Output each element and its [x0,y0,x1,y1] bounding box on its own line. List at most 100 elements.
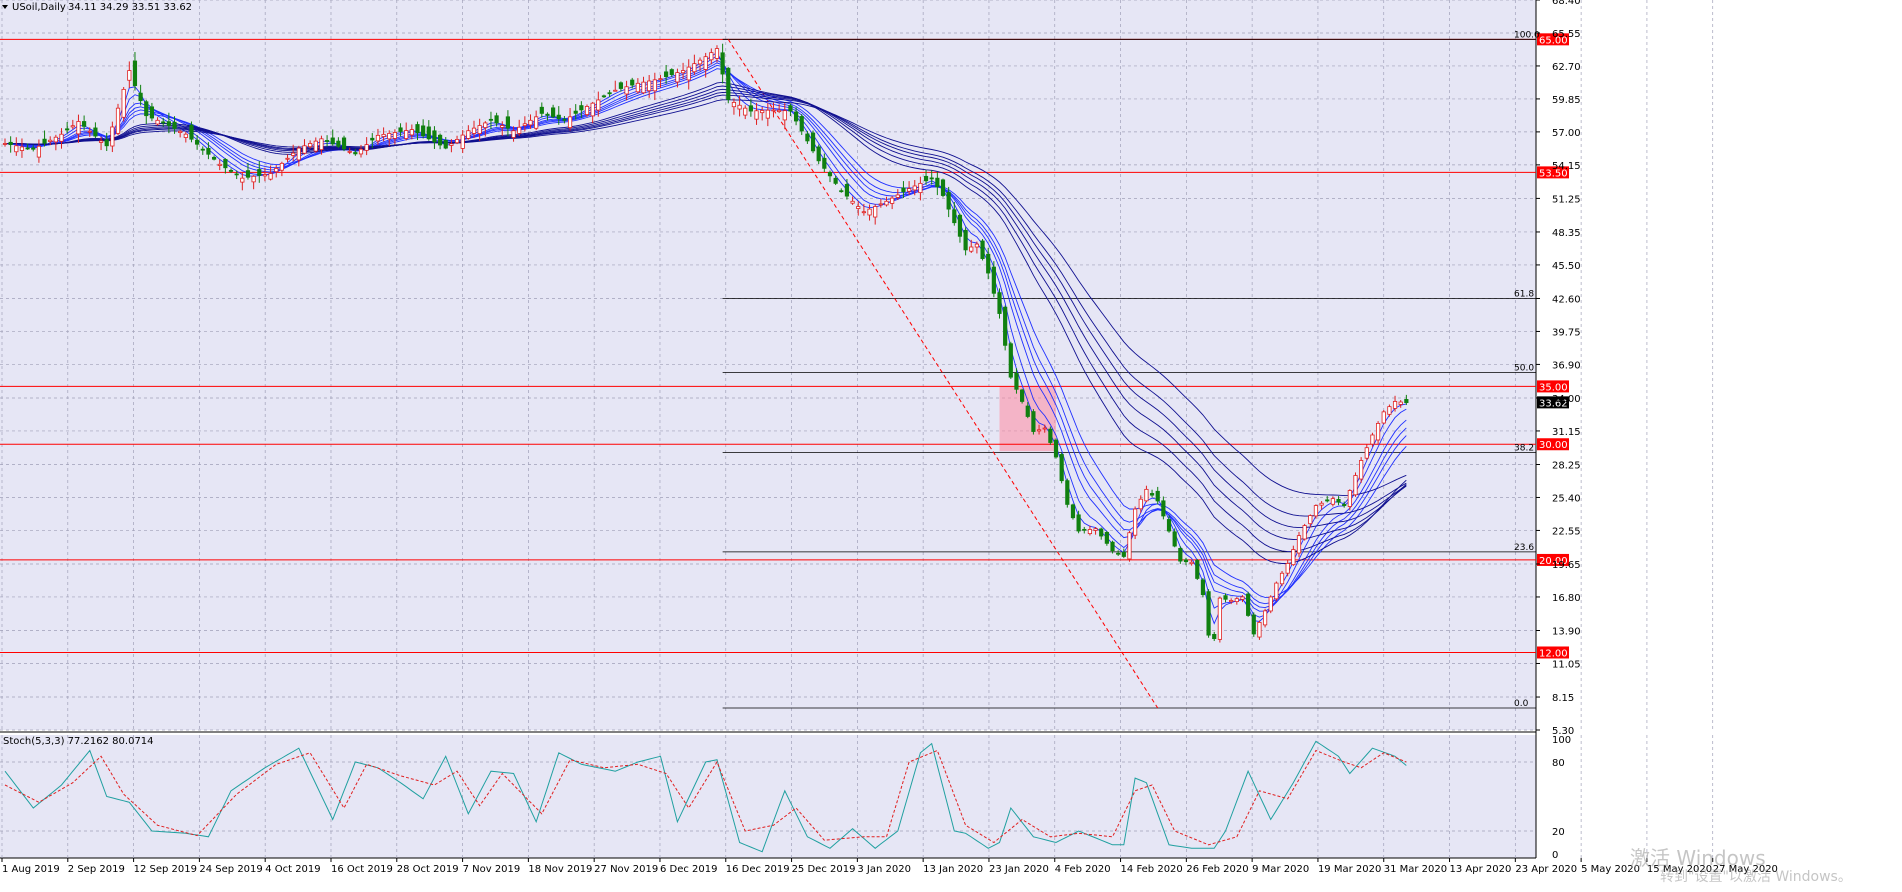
candle-body [31,147,36,150]
candle-body [652,79,657,92]
candle-body [14,145,19,153]
candle-body [1319,502,1324,506]
candle-body [195,139,200,145]
candle-body [1285,563,1290,574]
chart-canvas[interactable]: 65.0053.5035.0030.0020.0012.0033.62 100.… [0,0,1902,888]
candle-body [810,132,816,152]
candle-body [432,130,437,143]
candle-body [460,134,465,149]
candle-body [703,56,708,70]
time-tick-label: 3 Jan 2020 [857,864,911,875]
candle-body [579,105,584,111]
stoch-tick-label: 80 [1552,758,1565,769]
candle-body [1144,488,1149,502]
candle-body [1178,547,1183,562]
candle-body [144,101,149,117]
candle-body [1398,401,1403,405]
highlight-zone [999,386,1057,452]
time-tick-label: 26 Feb 2020 [1186,864,1248,875]
time-tick-label: 9 Mar 2020 [1252,864,1309,875]
candle-body [1183,559,1189,563]
candle-body [613,89,618,92]
ohlc-readout: 34.11 34.29 33.51 33.62 [68,2,192,13]
candle-body [121,88,126,118]
candle-body [1274,582,1279,600]
candle-body [1212,634,1217,640]
candle-body [624,86,629,95]
candle-body [268,173,273,180]
candle-body [200,148,205,151]
candle-body [257,169,262,176]
candle-body [483,122,488,128]
price-level-label: 12.00 [1539,648,1568,659]
candle-body [324,140,330,142]
candle-body [2,143,8,145]
candle-body [1099,528,1104,537]
candle-body [940,179,946,196]
time-tick-label: 13 Apr 2020 [1450,864,1512,875]
candle-body [251,175,256,183]
candle-body [1161,500,1166,517]
candle-body [1381,411,1386,424]
time-tick-label: 28 Oct 2019 [397,864,459,875]
stoch-tick-label: 0 [1552,850,1558,861]
candle-body [308,143,313,148]
candle-body [534,116,539,129]
candle-body [115,107,121,134]
candle-body [1268,596,1273,612]
price-tick-label: 28.25 [1552,460,1581,471]
candle-body [404,130,409,139]
candle-body [375,134,381,142]
candle-body [1082,528,1087,531]
candle-body [822,157,827,169]
candle-body [296,147,301,161]
forex-chart-window[interactable]: 65.00 53.50 35.00 30.00 20.00 12.00 33.62 100.… [0,0,1902,888]
candle-body [991,266,996,294]
candle-body [737,104,742,110]
candle-body [551,107,556,118]
candle-body [1296,535,1302,554]
candle-body [138,92,143,102]
candle-body [1325,499,1330,502]
candle-body [341,137,347,150]
candle-body [675,72,680,83]
candle-body [1257,622,1262,638]
candle-body [562,118,567,121]
time-tick-label: 2 Sep 2019 [68,864,125,875]
candle-body [127,70,132,81]
candle-body [1127,532,1132,560]
candle-body [1172,531,1177,547]
candle-body [132,60,138,87]
time-tick-label: 4 Oct 2019 [265,864,320,875]
candle-body [245,170,251,178]
candle-body [471,127,477,134]
time-tick-label: 14 Feb 2020 [1121,864,1183,875]
price-tick-label: 62.70 [1552,62,1581,73]
candle-body [313,140,318,152]
candle-body [8,141,13,146]
candle-body [387,133,392,140]
candle-body [1223,595,1228,600]
candle-body [178,130,183,133]
time-tick-label: 31 Mar 2020 [1384,864,1447,875]
candle-body [726,67,731,100]
candle-body [669,69,674,76]
candle-body [110,126,115,147]
candle-body [421,125,426,137]
candle-body [166,121,171,126]
candle-body [545,113,550,116]
candle-body [370,137,375,141]
price-tick-label: 16.80 [1552,593,1581,604]
candle-body [777,109,782,112]
candle-body [438,134,443,146]
candle-body [946,192,951,210]
candle-body [449,143,454,146]
candle-body [477,125,482,134]
price-tick-label: 11.05 [1552,659,1581,670]
candle-body [19,146,25,151]
candle-body [494,115,499,124]
candle-body [590,102,595,117]
symbol-label: USoil,Daily [12,2,66,13]
candle-body [816,146,821,162]
candle-body [505,116,510,129]
